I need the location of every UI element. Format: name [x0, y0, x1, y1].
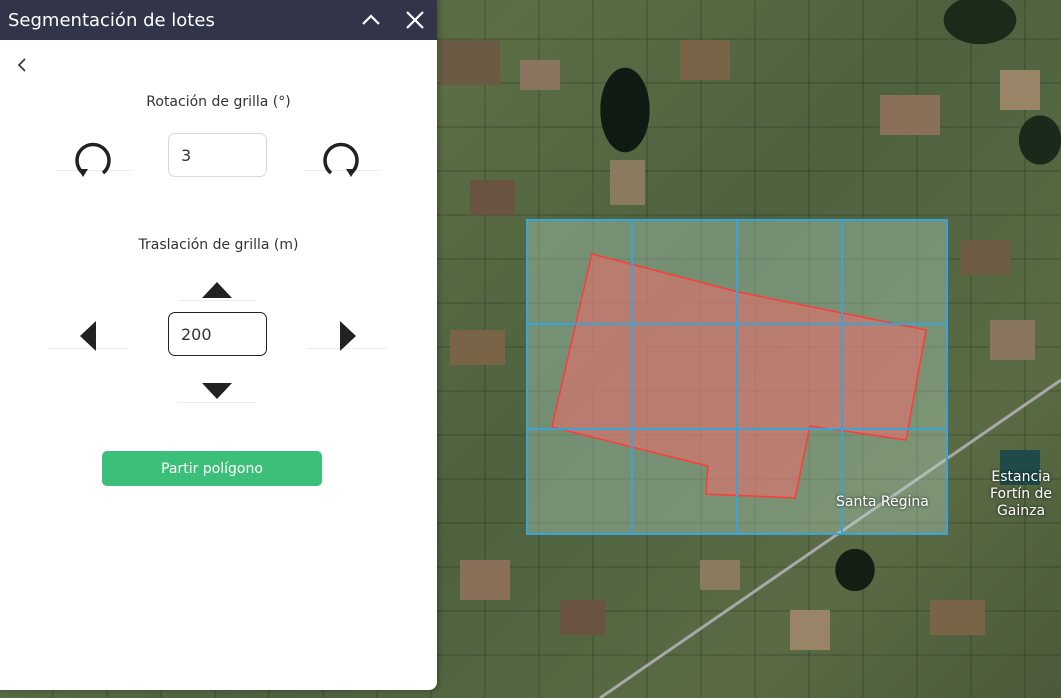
map-place-label: Santa Regina: [836, 494, 929, 510]
arrow-left-icon[interactable]: [78, 320, 98, 356]
chevron-up-icon[interactable]: [358, 7, 384, 33]
rotation-label: Rotación de grilla (°): [146, 94, 291, 110]
rotate-ccw-icon[interactable]: [72, 137, 114, 183]
panel-header: Segmentación de lotes: [0, 0, 437, 40]
rotation-input[interactable]: [168, 133, 267, 177]
arrow-down-icon[interactable]: [201, 381, 233, 405]
segmentation-panel: Segmentación de lotes Rotación de grilla…: [0, 0, 437, 690]
arrow-up-icon[interactable]: [201, 280, 233, 304]
translation-input[interactable]: [168, 312, 267, 356]
chevron-left-icon[interactable]: [12, 55, 32, 75]
map-place-label: Estancia Fortín de Gainza: [989, 469, 1053, 519]
close-icon[interactable]: [402, 7, 428, 33]
panel-title: Segmentación de lotes: [8, 9, 215, 31]
rotate-cw-icon[interactable]: [320, 137, 362, 183]
arrow-right-icon[interactable]: [338, 320, 358, 356]
split-polygon-button[interactable]: Partir polígono: [102, 451, 322, 486]
translation-label: Traslación de grilla (m): [138, 237, 299, 253]
